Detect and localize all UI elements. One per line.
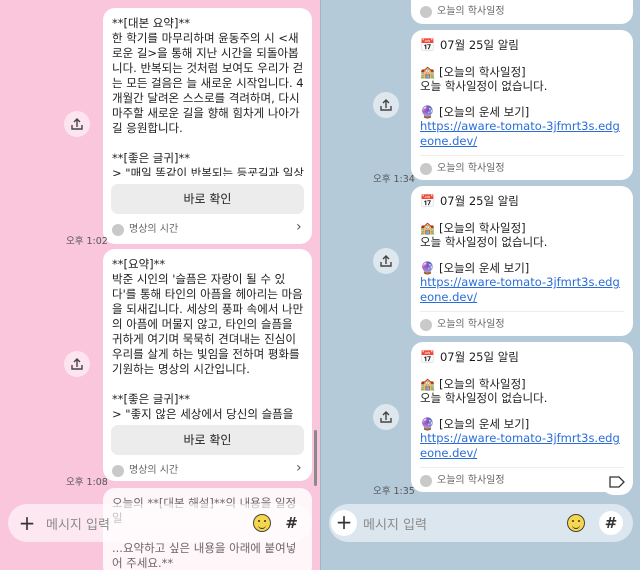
- schedule-label: [오늘의 학사일정]: [438, 221, 526, 235]
- message-time: 오후 1:34: [373, 174, 415, 185]
- channel-icon: [420, 5, 432, 18]
- share-icon[interactable]: [373, 92, 399, 118]
- chevron-right-icon[interactable]: ›: [296, 461, 302, 476]
- message-bubble-script-summary: **[대본 요약]** 한 학기를 마무리하며 윤동주의 시 <새로운 길>을 …: [103, 8, 312, 244]
- schedule-row: 🏫 [오늘의 학사일정]: [420, 377, 526, 392]
- channel-footer[interactable]: 오늘의 학사일정: [420, 161, 505, 176]
- card-date: 07월 25일 알림: [439, 194, 519, 208]
- channel-icon: [420, 474, 432, 487]
- schedule-card: 📅 07월 25일 알림 🏫 [오늘의 학사일정] 오늘 학사일정이 없습니다.…: [411, 342, 633, 492]
- channel-icon: [420, 318, 432, 331]
- schedule-card: 📅 07월 25일 알림 🏫 [오늘의 학사일정] 오늘 학사일정이 없습니다.…: [411, 186, 633, 336]
- card-date-row: 📅 07월 25일 알림: [420, 194, 519, 209]
- message-time: 오후 1:35: [373, 486, 415, 497]
- scrollbar[interactable]: [314, 430, 317, 486]
- divider: [420, 467, 624, 468]
- crystal-ball-icon: 🔮: [420, 417, 435, 431]
- channel-footer[interactable]: 오늘의 학사일정: [420, 4, 505, 19]
- channel-name: 오늘의 학사일정: [437, 319, 505, 330]
- card-date: 07월 25일 알림: [439, 38, 519, 52]
- crystal-ball-icon: 🔮: [420, 105, 435, 119]
- message-text: **[대본 요약]** 한 학기를 마무리하며 윤동주의 시 <새로운 길>을 …: [112, 16, 304, 176]
- confirm-button[interactable]: 바로 확인: [111, 425, 304, 455]
- fortune-link[interactable]: https://aware-tomato-3jfmrt3s.edgeone.de…: [420, 119, 626, 149]
- school-icon: 🏫: [420, 65, 435, 79]
- emoji-icon[interactable]: [567, 514, 585, 532]
- share-icon[interactable]: [64, 111, 90, 137]
- channel-icon: [112, 464, 124, 477]
- channel-footer[interactable]: 오늘의 학사일정: [420, 473, 505, 488]
- message-bubble-partial-top: 오늘의 학사일정: [411, 0, 633, 24]
- channel-icon: [112, 223, 124, 236]
- divider: [420, 155, 624, 156]
- message-time: 오후 1:08: [66, 477, 108, 488]
- share-icon[interactable]: [64, 351, 90, 377]
- card-date-row: 📅 07월 25일 알림: [420, 350, 519, 365]
- calendar-icon: 📅: [420, 194, 435, 208]
- schedule-card: 📅 07월 25일 알림 🏫 [오늘의 학사일정] 오늘 학사일정이 없습니다.…: [411, 30, 633, 180]
- fortune-row: 🔮 [오늘의 운세 보기]: [420, 105, 529, 120]
- message-time: 오후 1:02: [66, 236, 108, 247]
- calendar-icon: 📅: [420, 38, 435, 52]
- chevron-right-icon[interactable]: ›: [296, 220, 302, 235]
- message-input-bar: + 메시지 입력 #: [8, 504, 312, 542]
- message-input[interactable]: 메시지 입력: [46, 514, 253, 533]
- fortune-link[interactable]: https://aware-tomato-3jfmrt3s.edgeone.de…: [420, 431, 626, 461]
- schedule-label: [오늘의 학사일정]: [438, 65, 526, 79]
- fortune-row: 🔮 [오늘의 운세 보기]: [420, 261, 529, 276]
- hashtag-button[interactable]: #: [599, 511, 623, 535]
- message-text: **[요약]** 박준 시인의 '슬픔은 자랑이 될 수 있다'를 통해 타인의…: [112, 257, 304, 421]
- channel-name: 오늘의 학사일정: [437, 6, 505, 17]
- message-bubble-meditation-summary: **[요약]** 박준 시인의 '슬픔은 자랑이 될 수 있다'를 통해 타인의…: [103, 249, 312, 481]
- fortune-link[interactable]: https://aware-tomato-3jfmrt3s.edgeone.de…: [420, 275, 626, 305]
- channel-name: 명상의 시간: [129, 224, 179, 235]
- message-input-bar: + 메시지 입력 #: [329, 504, 633, 542]
- plus-icon[interactable]: +: [8, 511, 46, 535]
- schedule-text: 오늘 학사일정이 없습니다.: [420, 235, 548, 249]
- confirm-button[interactable]: 바로 확인: [111, 184, 304, 214]
- emoji-icon[interactable]: [253, 514, 272, 532]
- left-chat-screen: **[대본 요약]** 한 학기를 마무리하며 윤동주의 시 <새로운 길>을 …: [0, 0, 320, 570]
- schedule-text: 오늘 학사일정이 없습니다.: [420, 79, 548, 93]
- channel-name: 명상의 시간: [129, 465, 179, 476]
- card-date-row: 📅 07월 25일 알림: [420, 38, 519, 53]
- channel-name: 오늘의 학사일정: [437, 475, 505, 486]
- channel-name: 오늘의 학사일정: [437, 163, 505, 174]
- fortune-label: [오늘의 운세 보기]: [438, 261, 530, 275]
- fortune-row: 🔮 [오늘의 운세 보기]: [420, 417, 529, 432]
- message-input[interactable]: 메시지 입력: [363, 514, 567, 533]
- share-icon[interactable]: [373, 404, 399, 430]
- channel-footer[interactable]: 명상의 시간: [112, 463, 304, 478]
- school-icon: 🏫: [420, 377, 435, 391]
- schedule-row: 🏫 [오늘의 학사일정]: [420, 221, 526, 236]
- crystal-ball-icon: 🔮: [420, 261, 435, 275]
- schedule-text: 오늘 학사일정이 없습니다.: [420, 391, 548, 405]
- calendar-icon: 📅: [420, 350, 435, 364]
- hashtag-button[interactable]: #: [285, 514, 298, 532]
- card-date: 07월 25일 알림: [439, 350, 519, 364]
- tag-icon[interactable]: [601, 469, 633, 495]
- channel-icon: [420, 162, 432, 175]
- school-icon: 🏫: [420, 221, 435, 235]
- channel-footer[interactable]: 오늘의 학사일정: [420, 317, 505, 332]
- fortune-label: [오늘의 운세 보기]: [438, 105, 530, 119]
- plus-icon[interactable]: +: [331, 510, 357, 536]
- share-icon[interactable]: [373, 248, 399, 274]
- divider: [420, 311, 624, 312]
- schedule-row: 🏫 [오늘의 학사일정]: [420, 65, 526, 80]
- right-chat-screen: 오늘의 학사일정 📅 07월 25일 알림 🏫 [오늘의 학사일정] 오늘 학사…: [320, 0, 640, 570]
- channel-footer[interactable]: 명상의 시간: [112, 222, 304, 237]
- schedule-label: [오늘의 학사일정]: [438, 377, 526, 391]
- fortune-label: [오늘의 운세 보기]: [438, 417, 530, 431]
